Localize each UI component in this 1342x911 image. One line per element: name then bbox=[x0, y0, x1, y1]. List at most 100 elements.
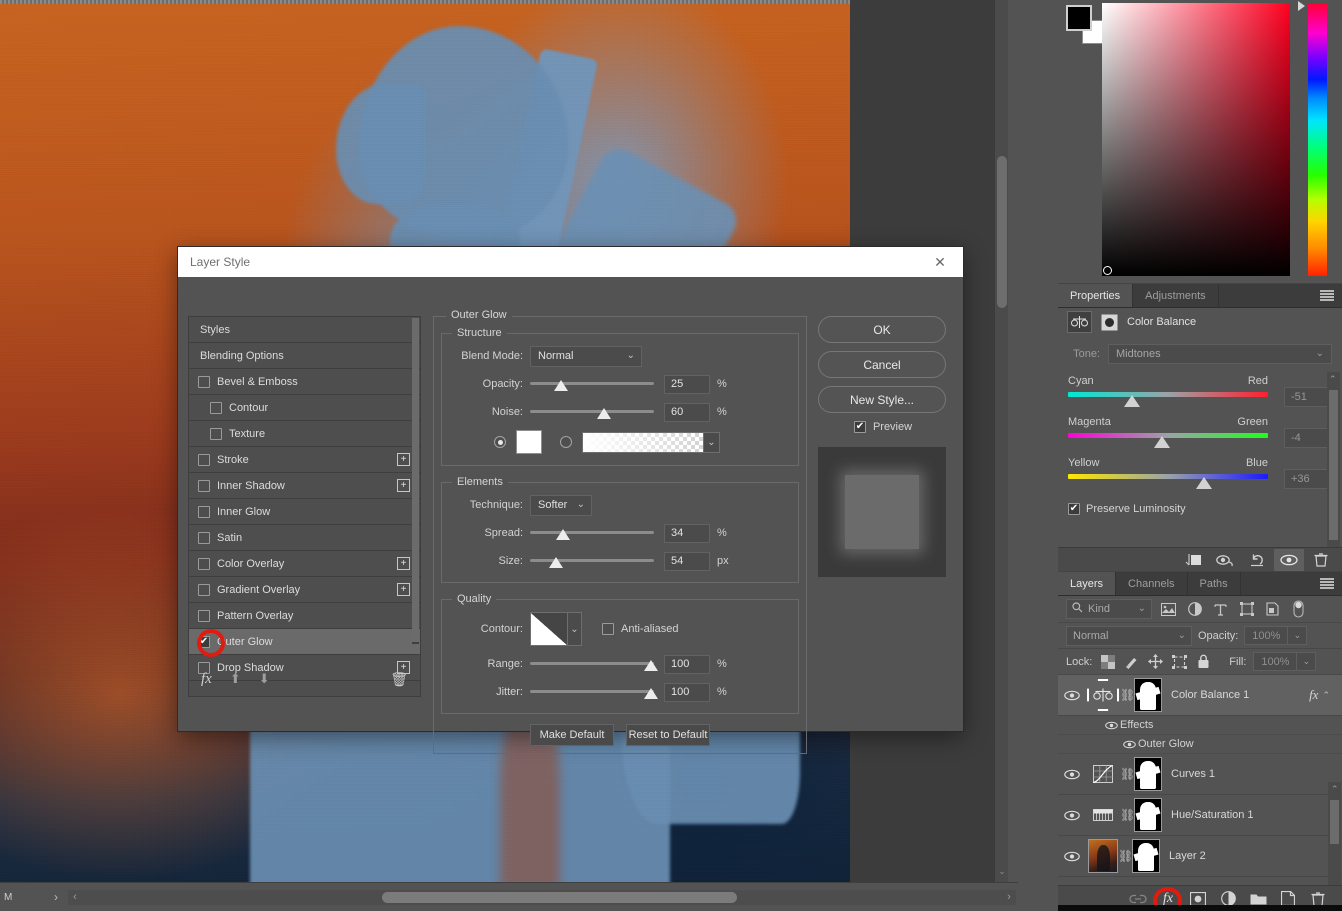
view-previous-state-icon[interactable] bbox=[1210, 549, 1240, 571]
add-inner-shadow-icon[interactable]: + bbox=[397, 479, 410, 492]
canvas-horizontal-scrollbar[interactable]: ‹ › bbox=[68, 889, 1016, 905]
chevron-up-icon[interactable]: ⌃ bbox=[1331, 784, 1339, 795]
chevron-down-icon[interactable]: ⌄ bbox=[704, 431, 720, 453]
reset-to-default-button[interactable]: Reset to Default bbox=[626, 724, 710, 746]
table-row[interactable]: ⛓ Color Balance 1 fx ⌃ bbox=[1058, 675, 1342, 716]
tab-adjustments[interactable]: Adjustments bbox=[1133, 284, 1219, 307]
panel-menu-icon[interactable] bbox=[1320, 578, 1334, 589]
layer-visibility-icon[interactable] bbox=[1058, 690, 1086, 701]
styles-list[interactable]: Styles Blending Options Bevel & Emboss C… bbox=[188, 316, 421, 697]
size-knob[interactable] bbox=[549, 557, 564, 568]
horizontal-scroll-thumb[interactable] bbox=[382, 891, 737, 903]
chevron-right-icon[interactable]: › bbox=[46, 890, 66, 904]
layer-visibility-icon[interactable] bbox=[1058, 810, 1086, 821]
cyan-red-slider[interactable] bbox=[1068, 392, 1268, 407]
cyan-red-value[interactable]: -51 bbox=[1284, 387, 1332, 407]
satin-checkbox[interactable] bbox=[198, 531, 210, 544]
panel-menu-icon[interactable] bbox=[1320, 290, 1334, 301]
color-balance-icon[interactable] bbox=[1086, 678, 1120, 712]
horizontal-scroll-track[interactable] bbox=[82, 890, 1002, 905]
layer-visibility-icon[interactable] bbox=[1058, 851, 1086, 862]
glow-gradient-radio[interactable] bbox=[560, 436, 572, 448]
chevron-down-icon[interactable]: ⌄ bbox=[1297, 652, 1317, 671]
preview-checkbox[interactable] bbox=[853, 421, 866, 433]
layer-style-dialog[interactable]: Layer Style ✕ Styles Blending Options Be… bbox=[178, 247, 963, 754]
styles-list-item-color-overlay[interactable]: Color Overlay + bbox=[189, 551, 420, 577]
stroke-checkbox[interactable] bbox=[198, 453, 210, 466]
table-row[interactable]: ⛓ Hue/Saturation 1 bbox=[1058, 795, 1342, 836]
pixel-filter-icon[interactable] bbox=[1159, 600, 1178, 619]
styles-list-item-outer-glow[interactable]: Outer Glow bbox=[189, 629, 420, 655]
styles-list-item-stroke[interactable]: Stroke + bbox=[189, 447, 420, 473]
yellow-blue-value[interactable]: +36 bbox=[1284, 469, 1332, 489]
layer-effect-item[interactable]: Outer Glow bbox=[1058, 735, 1342, 754]
lock-artboard-icon[interactable] bbox=[1171, 653, 1188, 670]
layer-thumbnail[interactable] bbox=[1088, 839, 1118, 873]
anti-aliased-checkbox[interactable] bbox=[602, 623, 614, 635]
opacity-knob[interactable] bbox=[554, 380, 568, 391]
adjustment-filter-icon[interactable] bbox=[1185, 600, 1204, 619]
tab-layers[interactable]: Layers bbox=[1058, 572, 1117, 595]
table-row[interactable]: ⛓ Curves 1 bbox=[1058, 754, 1342, 795]
yellow-blue-slider[interactable] bbox=[1068, 474, 1268, 489]
texture-checkbox[interactable] bbox=[210, 427, 222, 440]
styles-list-item-contour[interactable]: Contour bbox=[189, 395, 420, 421]
toggle-visibility-icon[interactable] bbox=[1274, 548, 1304, 571]
link-mask-icon[interactable]: ⛓ bbox=[1120, 767, 1135, 781]
hue-saturation-icon[interactable] bbox=[1086, 798, 1120, 832]
layers-scroll-thumb[interactable] bbox=[1330, 800, 1339, 844]
effects-visibility-icon[interactable] bbox=[1102, 721, 1120, 730]
ok-button[interactable]: OK bbox=[818, 316, 946, 343]
inner-shadow-checkbox[interactable] bbox=[198, 479, 210, 492]
size-slider[interactable] bbox=[530, 552, 654, 570]
yellow-blue-knob[interactable] bbox=[1196, 477, 1212, 489]
curves-icon[interactable] bbox=[1086, 757, 1120, 791]
styles-list-item-texture[interactable]: Texture bbox=[189, 421, 420, 447]
noise-slider[interactable] bbox=[530, 403, 654, 421]
hue-strip[interactable] bbox=[1308, 3, 1327, 276]
filter-toggle-icon[interactable] bbox=[1289, 600, 1308, 619]
tab-properties[interactable]: Properties bbox=[1058, 284, 1134, 307]
jitter-slider[interactable] bbox=[530, 683, 658, 701]
styles-list-item-inner-glow[interactable]: Inner Glow bbox=[189, 499, 420, 525]
noise-input[interactable]: 60 bbox=[664, 402, 710, 422]
type-filter-icon[interactable] bbox=[1211, 600, 1230, 619]
opacity-input[interactable]: 25 bbox=[664, 374, 710, 394]
preview-row[interactable]: Preview bbox=[818, 421, 948, 433]
lock-image-icon[interactable] bbox=[1123, 653, 1140, 670]
styles-list-item-pattern-overlay[interactable]: Pattern Overlay bbox=[189, 603, 420, 629]
tab-channels[interactable]: Channels bbox=[1116, 572, 1188, 595]
chevron-up-icon[interactable]: ⌃ bbox=[1322, 690, 1342, 701]
close-icon[interactable]: ✕ bbox=[917, 247, 963, 277]
canvas-vertical-scrollbar[interactable]: ⌄ bbox=[994, 0, 1008, 882]
shape-filter-icon[interactable] bbox=[1237, 600, 1256, 619]
magenta-green-value[interactable]: -4 bbox=[1284, 428, 1332, 448]
lock-position-icon[interactable] bbox=[1147, 653, 1164, 670]
chevron-down-icon[interactable]: ⌄ bbox=[995, 864, 1009, 878]
add-color-overlay-icon[interactable]: + bbox=[397, 557, 410, 570]
fx-menu-icon[interactable]: fx bbox=[201, 671, 212, 688]
range-input[interactable]: 100 bbox=[664, 654, 710, 674]
opacity-value[interactable]: 100% bbox=[1244, 626, 1289, 645]
table-row[interactable]: ⛓ Layer 2 bbox=[1058, 836, 1342, 877]
glow-color-swatch[interactable] bbox=[516, 430, 542, 454]
jitter-input[interactable]: 100 bbox=[664, 682, 710, 702]
filter-kind-select[interactable]: Kind ⌄ bbox=[1066, 599, 1152, 619]
styles-list-item-styles[interactable]: Styles bbox=[189, 317, 420, 343]
layer-effects-fx-icon[interactable]: fx bbox=[1309, 687, 1322, 703]
smart-object-filter-icon[interactable] bbox=[1263, 600, 1282, 619]
layer-effects-group[interactable]: Effects bbox=[1058, 716, 1342, 735]
layer-mask-thumbnail[interactable] bbox=[1134, 757, 1162, 791]
layer-mask-thumbnail[interactable] bbox=[1132, 839, 1160, 873]
blend-mode-select[interactable]: Normal ⌄ bbox=[530, 345, 642, 367]
lock-all-icon[interactable] bbox=[1195, 653, 1212, 670]
color-picker-panel[interactable] bbox=[1058, 0, 1342, 283]
opacity-slider[interactable] bbox=[530, 375, 654, 393]
range-slider[interactable] bbox=[530, 655, 658, 673]
gradient-overlay-checkbox[interactable] bbox=[198, 583, 210, 596]
add-gradient-overlay-icon[interactable]: + bbox=[397, 583, 410, 596]
bevel-emboss-checkbox[interactable] bbox=[198, 375, 210, 388]
reset-icon[interactable] bbox=[1242, 549, 1272, 571]
effect-visibility-icon[interactable] bbox=[1120, 740, 1138, 749]
move-effect-up-icon[interactable]: ⬆ bbox=[230, 671, 241, 687]
